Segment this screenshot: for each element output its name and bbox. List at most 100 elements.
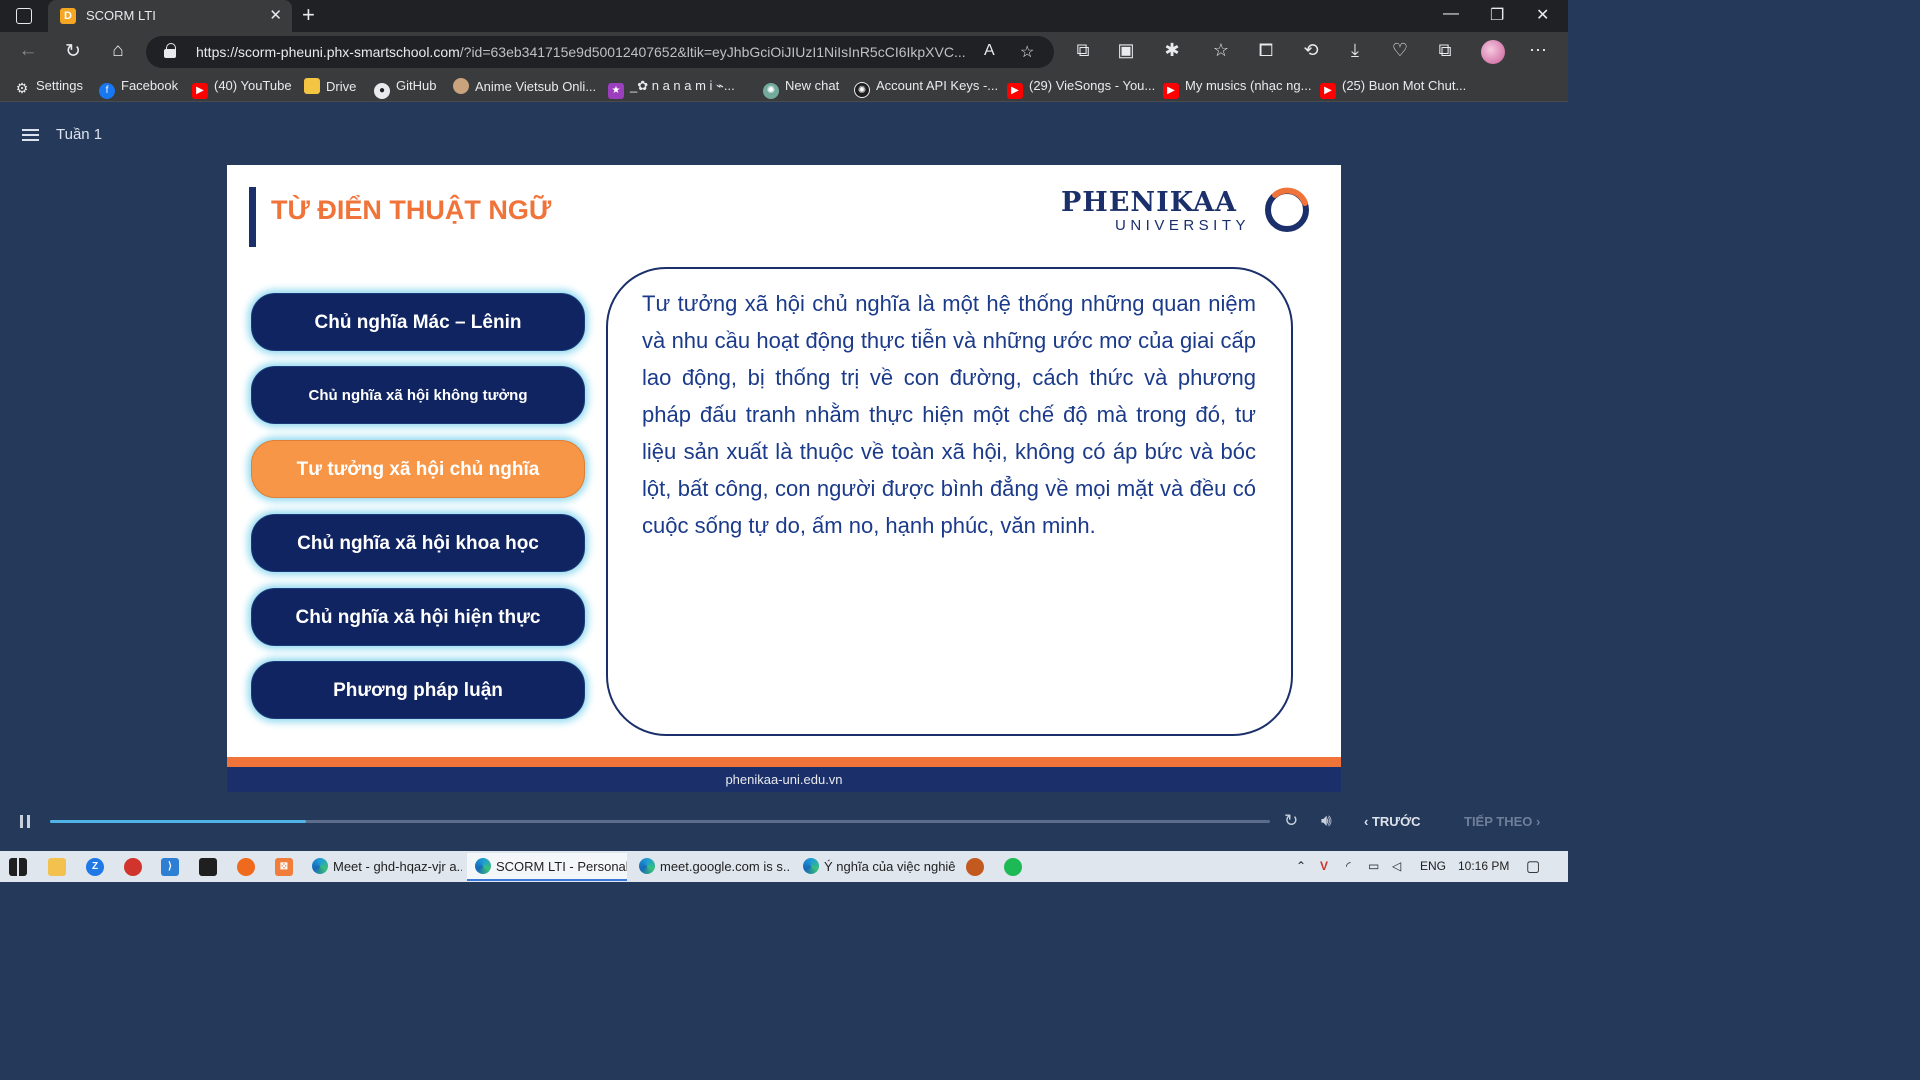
- logo-ring-icon: [1265, 187, 1309, 232]
- history-icon[interactable]: ⟲: [1299, 40, 1323, 61]
- taskbar-app-meet[interactable]: Meet - ghd-hqaz-vjr a...: [304, 853, 462, 881]
- extension-image-icon[interactable]: ▣: [1114, 40, 1138, 61]
- term-button-methodology[interactable]: Phương pháp luận: [251, 661, 585, 719]
- bookmark-facebook[interactable]: f Facebook: [99, 78, 178, 99]
- bookmarks-bar: ⚙ Settings f Facebook ▶ (40) YouTube Drive …: [0, 72, 1568, 102]
- taskbar-app-meet-google[interactable]: meet.google.com is s...: [631, 853, 791, 881]
- close-window-icon[interactable]: ✕: [1536, 5, 1549, 25]
- bookmark-label: Drive: [326, 79, 357, 94]
- clock[interactable]: 10:16 PM: [1458, 859, 1509, 873]
- taskbar-app-label: SCORM LTI - Personal ...: [496, 859, 627, 874]
- volume-icon[interactable]: 🔊︎: [1321, 811, 1332, 831]
- anime-icon: [453, 78, 469, 94]
- bookmark-label: Settings: [36, 78, 83, 93]
- chevron-left-icon: ‹: [1364, 814, 1372, 829]
- slide: TỪ ĐIỂN THUẬT NGỮ PHENIKAA UNIVERSITY Ch…: [227, 165, 1341, 792]
- bookmark-my-musics[interactable]: ▶ My musics (nhạc ng...: [1163, 78, 1311, 99]
- progress-track[interactable]: [50, 820, 1270, 823]
- bookmark-settings[interactable]: ⚙ Settings: [14, 78, 83, 96]
- restore-icon[interactable]: ❐: [1490, 5, 1504, 25]
- term-button-socialist-thought[interactable]: Tư tưởng xã hội chủ nghĩa: [251, 440, 585, 498]
- vscode-icon[interactable]: ⟩: [161, 858, 179, 876]
- prev-button[interactable]: ‹ TRƯỚC: [1364, 814, 1421, 829]
- spotify-icon[interactable]: [1004, 858, 1022, 876]
- bookmark-nanami[interactable]: ★ _✿ n a n a m i ⌁...: [608, 78, 735, 99]
- gear-icon: ⚙: [15, 80, 29, 96]
- term-button-scientific-socialism[interactable]: Chủ nghĩa xã hội khoa học: [251, 514, 585, 572]
- postman-icon[interactable]: [237, 858, 255, 876]
- bookmark-anime[interactable]: Anime Vietsub Onli...: [453, 78, 596, 94]
- footer-bar: phenikaa-uni.edu.vn: [227, 767, 1341, 792]
- tray-chevron-up-icon[interactable]: ⌃: [1296, 859, 1306, 873]
- edge-icon: [475, 858, 491, 874]
- next-button[interactable]: TIẾP THEO ›: [1464, 814, 1540, 829]
- tab-actions-icon[interactable]: [16, 8, 32, 24]
- taskbar-app-scorm[interactable]: SCORM LTI - Personal ...: [467, 853, 627, 881]
- prev-label: TRƯỚC: [1371, 814, 1421, 829]
- close-tab-icon[interactable]: ✕: [269, 6, 282, 24]
- bookmark-new-chat[interactable]: ✺ New chat: [763, 78, 839, 99]
- menu-hamburger-icon[interactable]: [22, 129, 39, 141]
- bookmark-buon-mot-chut[interactable]: ▶ (25) Buon Mot Chut...: [1320, 78, 1466, 99]
- xampp-icon[interactable]: ⊠: [275, 858, 293, 876]
- back-icon[interactable]: ←: [16, 40, 40, 62]
- tab-title: SCORM LTI: [86, 8, 156, 23]
- pause-icon[interactable]: [20, 815, 30, 828]
- star-icon: ★: [608, 83, 624, 99]
- file-explorer-icon[interactable]: [48, 858, 66, 876]
- unikey-icon[interactable]: V: [1320, 859, 1328, 873]
- bookmark-drive[interactable]: Drive: [304, 78, 356, 94]
- extension-tab-icon[interactable]: ⧉: [1071, 40, 1095, 61]
- wifi-icon[interactable]: ◜: [1346, 859, 1351, 873]
- bookmark-youtube[interactable]: ▶ (40) YouTube: [192, 78, 292, 99]
- home-icon[interactable]: ⌂: [106, 40, 130, 62]
- minimize-icon[interactable]: —: [1443, 5, 1459, 23]
- extensions-icon[interactable]: ✱: [1160, 40, 1184, 61]
- taskbar-app-y-nghia[interactable]: Ý nghĩa của việc nghiê...: [795, 853, 955, 881]
- replay-icon[interactable]: ↻: [1284, 811, 1298, 831]
- fruity-loops-icon[interactable]: [966, 858, 984, 876]
- downloads-icon[interactable]: ⤓: [1343, 40, 1367, 61]
- player-header: Tuần 1: [0, 103, 1568, 165]
- bookmark-label: GitHub: [396, 78, 437, 93]
- term-button-real-socialism[interactable]: Chủ nghĩa xã hội hiện thực: [251, 588, 585, 646]
- windows-start-icon[interactable]: [9, 858, 27, 876]
- read-aloud-icon[interactable]: A: [984, 42, 995, 60]
- chevron-right-icon: ›: [1532, 814, 1541, 829]
- lock-icon[interactable]: [164, 43, 176, 58]
- taskbar-app-label: meet.google.com is s...: [660, 859, 791, 874]
- bookmark-label: Facebook: [121, 78, 179, 93]
- address-bar[interactable]: https://scorm-pheuni.phx-smartschool.com…: [146, 36, 1054, 68]
- more-menu-icon[interactable]: ⋯: [1526, 40, 1550, 61]
- refresh-icon[interactable]: ↻: [61, 40, 85, 63]
- term-button-utopian-socialism[interactable]: Chủ nghĩa xã hội không tưởng: [251, 366, 585, 424]
- definition-text: Tư tưởng xã hội chủ nghĩa là một hệ thốn…: [642, 291, 1256, 538]
- tab-scorm-lti[interactable]: D SCORM LTI ✕: [48, 0, 292, 32]
- language-indicator[interactable]: ENG: [1420, 859, 1446, 873]
- footer-website: phenikaa-uni.edu.vn: [725, 772, 843, 787]
- bookmark-github[interactable]: ● GitHub: [374, 78, 436, 99]
- bookmark-api-keys[interactable]: ✺ Account API Keys -...: [854, 78, 998, 98]
- player-controls: ↻ 🔊︎ ‹ TRƯỚC TIẾP THEO ›: [0, 806, 1568, 838]
- zalo-icon[interactable]: Z: [86, 858, 104, 876]
- health-icon[interactable]: ♡: [1388, 40, 1412, 61]
- openai-icon: ✺: [854, 82, 870, 98]
- battery-icon[interactable]: ▭: [1368, 859, 1379, 873]
- url-text[interactable]: https://scorm-pheuni.phx-smartschool.com…: [196, 44, 976, 60]
- taskbar-app-label: Meet - ghd-hqaz-vjr a...: [333, 859, 462, 874]
- logo-subtitle: UNIVERSITY: [1115, 217, 1251, 234]
- bookmark-viesongs[interactable]: ▶ (29) VieSongs - You...: [1007, 78, 1155, 99]
- chatgpt-icon: ✺: [763, 83, 779, 99]
- term-button-marx-lenin[interactable]: Chủ nghĩa Mác – Lênin: [251, 293, 585, 351]
- notifications-icon[interactable]: ▢: [1526, 857, 1540, 875]
- favorite-star-icon[interactable]: ☆: [1020, 42, 1034, 62]
- speaker-icon[interactable]: ◁: [1392, 859, 1401, 873]
- workspaces-icon[interactable]: ⧉: [1433, 40, 1457, 61]
- favorites-icon[interactable]: ☆: [1209, 40, 1233, 61]
- new-tab-icon[interactable]: +: [302, 2, 315, 28]
- bookmark-label: New chat: [785, 78, 840, 93]
- collections-icon[interactable]: ⧠: [1254, 40, 1278, 61]
- profile-avatar[interactable]: [1481, 40, 1505, 64]
- jetbrains-icon[interactable]: [199, 858, 217, 876]
- app-red-icon[interactable]: [124, 858, 142, 876]
